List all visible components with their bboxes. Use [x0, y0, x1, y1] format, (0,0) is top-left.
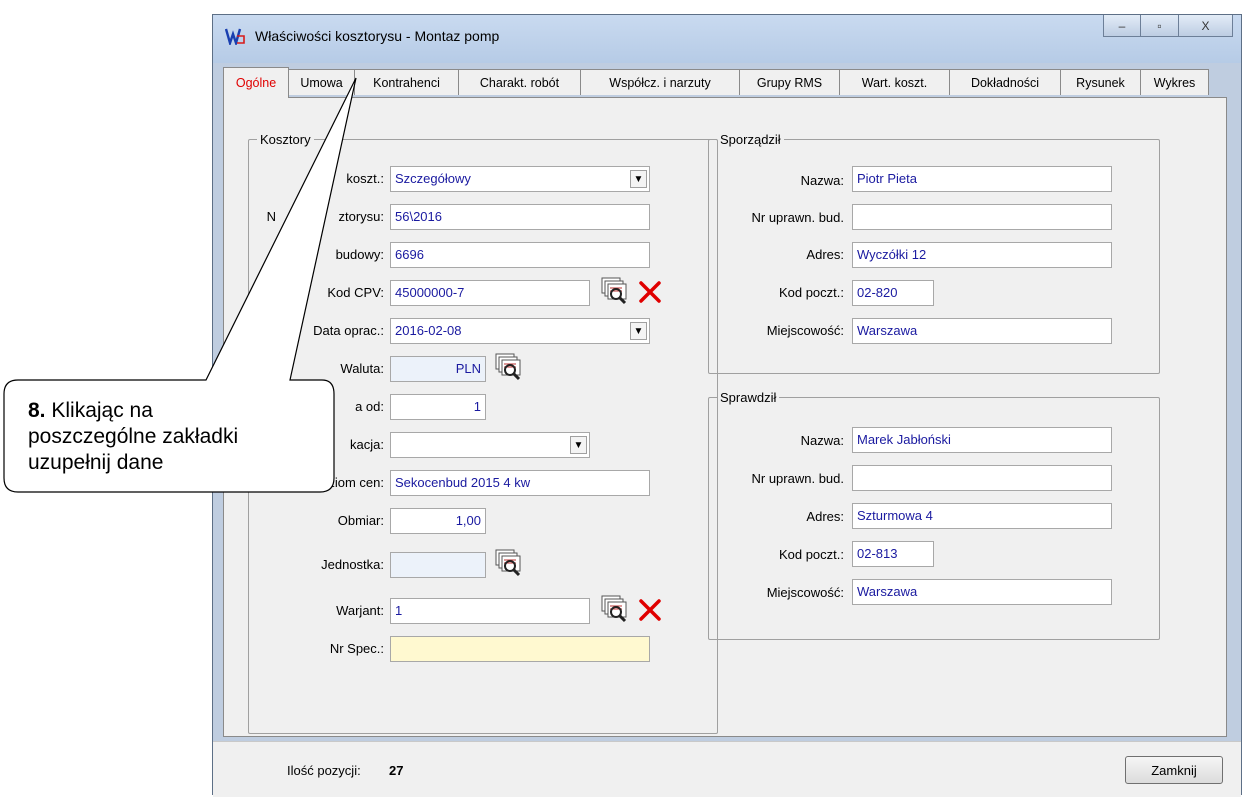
nr-label-prefix: N [266, 209, 276, 224]
maximize-button[interactable]: ▫ [1141, 15, 1179, 37]
budowy-label: budowy: [335, 247, 384, 262]
lookup-icon[interactable] [600, 276, 630, 306]
kurs-input[interactable]: 1 [390, 394, 486, 420]
sp-kod-input[interactable]: 02-820 [852, 280, 934, 306]
app-logo-icon [225, 28, 245, 45]
callout-line2: poszczególne zakładki [28, 425, 239, 448]
kosztorys-legend: Kosztory [260, 132, 311, 147]
sp-nazwa-input[interactable]: Piotr Pieta [852, 166, 1112, 192]
nr-kosztorysu-input[interactable]: 56\2016 [390, 204, 650, 230]
lookup-icon[interactable] [494, 548, 524, 578]
tab-wspolcz-narzuty[interactable]: Współcz. i narzuty [580, 69, 740, 95]
maximize-icon: ▫ [1157, 18, 1162, 33]
tab-charakt-robot[interactable]: Charakt. robót [458, 69, 581, 95]
minimize-button[interactable]: – [1103, 15, 1141, 37]
tab-umowa[interactable]: Umowa [288, 69, 355, 95]
obmiar-input[interactable]: 1,00 [390, 508, 486, 534]
item-count-value: 27 [389, 763, 404, 778]
spr-kod-label: Kod poczt.: [778, 547, 844, 562]
tab-grupy-rms[interactable]: Grupy RMS [739, 69, 840, 95]
jednostka-label: Jednostka: [321, 557, 384, 572]
properties-window: Właściwości kosztorysu - Montaz pomp – ▫… [212, 14, 1242, 797]
lookup-icon[interactable] [600, 594, 630, 624]
poziom-cen-input[interactable]: Sekocenbud 2015 4 kw [390, 470, 650, 496]
close-icon: X [1201, 18, 1210, 33]
kod-cpv-input[interactable]: 45000000-7 [390, 280, 590, 306]
poziom-cen-label: Poziom cen: [312, 475, 384, 490]
nr-budowy-input[interactable]: 6696 [390, 242, 650, 268]
sporzadzil-legend: Sporządził [720, 132, 781, 147]
data-oprac-select[interactable]: 2016-02-08 ▼ [390, 318, 650, 344]
typ-label: koszt.: [346, 171, 384, 186]
tab-kontrahenci[interactable]: Kontrahenci [354, 69, 459, 95]
spr-uprawn-input[interactable] [852, 465, 1112, 491]
spr-nazwa-input[interactable]: Marek Jabłoński [852, 427, 1112, 453]
spr-adres-input[interactable]: Szturmowa 4 [852, 503, 1112, 529]
sp-uprawn-label: Nr uprawn. bud. [751, 210, 845, 225]
typ-value: Szczegółowy [395, 171, 471, 186]
dropdown-arrow-icon[interactable]: ▼ [630, 170, 647, 188]
close-window-button[interactable]: X [1179, 15, 1233, 37]
tab-dokladnosci[interactable]: Dokładności [949, 69, 1061, 95]
item-count-label: Ilość pozycji: [287, 763, 361, 778]
data-oprac-label: Data oprac.: [313, 323, 384, 338]
spr-miejsc-label: Miejscowość: [766, 585, 844, 600]
lokalizacja-select[interactable]: ▼ [390, 432, 590, 458]
nr-spec-input[interactable] [390, 636, 650, 662]
waluta-input[interactable]: PLN [390, 356, 486, 382]
callout-line1: Klikając na [45, 399, 153, 422]
window-title: Właściwości kosztorysu - Montaz pomp [255, 28, 500, 44]
nr-label: ztorysu: [338, 209, 384, 224]
sp-nazwa-label: Nazwa: [800, 173, 844, 188]
zamknij-button[interactable]: Zamknij [1125, 756, 1223, 784]
sp-miejsc-input[interactable]: Warszawa [852, 318, 1112, 344]
spr-adres-label: Adres: [806, 509, 844, 524]
nr-spec-label: Nr Spec.: [329, 641, 384, 656]
delete-icon[interactable] [637, 597, 663, 623]
tab-wykres[interactable]: Wykres [1140, 69, 1209, 95]
tab-ogolne[interactable]: Ogólne [223, 67, 289, 98]
waluta-label: Waluta: [340, 361, 384, 376]
wariant-input[interactable]: 1 [390, 598, 590, 624]
sp-uprawn-input[interactable] [852, 204, 1112, 230]
dropdown-arrow-icon[interactable]: ▼ [570, 436, 587, 454]
title-bar: Właściwości kosztorysu - Montaz pomp – ▫… [213, 15, 1241, 63]
minimize-icon: – [1118, 18, 1126, 33]
sp-adres-input[interactable]: Wyczółki 12 [852, 242, 1112, 268]
spr-kod-input[interactable]: 02-813 [852, 541, 934, 567]
dropdown-arrow-icon[interactable]: ▼ [630, 322, 647, 340]
wariant-label: Warjant: [336, 603, 384, 618]
tab-panel-ogolne: Kosztory koszt.: Szczegółowy ▼ N ztorysu… [223, 97, 1227, 737]
spr-uprawn-label: Nr uprawn. bud. [751, 471, 845, 486]
tab-bar: Ogólne Umowa Kontrahenci Charakt. robót … [223, 67, 1225, 98]
data-oprac-value: 2016-02-08 [395, 323, 462, 338]
lookup-icon[interactable] [494, 352, 524, 382]
sp-adres-label: Adres: [806, 247, 844, 262]
tab-rysunek[interactable]: Rysunek [1060, 69, 1141, 95]
jednostka-input[interactable] [390, 552, 486, 578]
sp-miejsc-label: Miejscowość: [766, 323, 844, 338]
typ-select[interactable]: Szczegółowy ▼ [390, 166, 650, 192]
delete-icon[interactable] [637, 279, 663, 305]
callout-line3: uzupełnij dane [28, 451, 164, 474]
sp-kod-label: Kod poczt.: [778, 285, 844, 300]
cpv-label: Kod CPV: [327, 285, 384, 300]
obmiar-label: Obmiar: [337, 513, 384, 528]
status-bar: Ilość pozycji: 27 Zamknij [213, 741, 1241, 797]
sprawdzil-legend: Sprawdził [720, 390, 777, 405]
tab-wart-koszt[interactable]: Wart. koszt. [839, 69, 950, 95]
callout-text: 8. Klikając na poszczególne zakładki uzu… [28, 398, 328, 476]
spr-miejsc-input[interactable]: Warszawa [852, 579, 1112, 605]
spr-nazwa-label: Nazwa: [800, 433, 844, 448]
callout-number: 8. [28, 399, 46, 422]
